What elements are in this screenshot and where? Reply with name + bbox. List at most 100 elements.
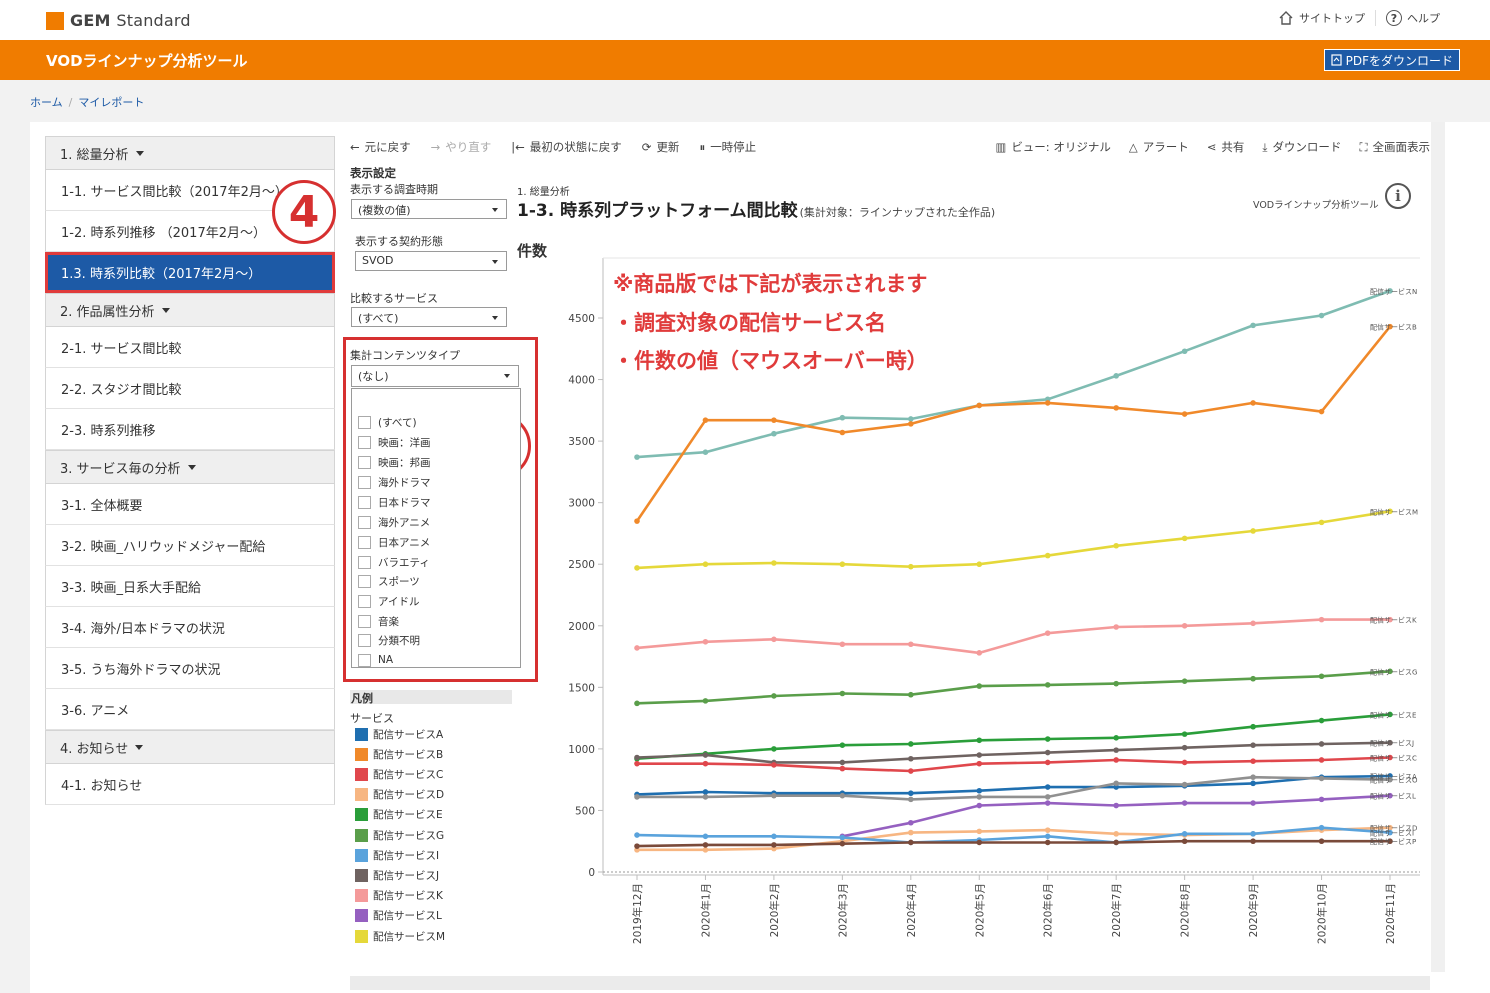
legend-item[interactable]: 配信サービスK bbox=[355, 889, 443, 903]
sidebar-item-3-5[interactable]: 3-5. うち海外ドラマの状況 bbox=[45, 648, 335, 689]
legend-item[interactable]: 配信サービスI bbox=[355, 848, 439, 862]
legend-item[interactable]: 配信サービスL bbox=[355, 909, 442, 923]
redo-button[interactable]: → やり直す bbox=[431, 139, 492, 155]
checkbox[interactable] bbox=[358, 495, 371, 509]
checkbox[interactable] bbox=[358, 415, 371, 429]
checkbox[interactable] bbox=[358, 515, 371, 529]
pdf-icon bbox=[1331, 54, 1342, 66]
sidebar-item-label: 2-3. 時系列推移 bbox=[61, 423, 156, 439]
sidebar-section-volume[interactable]: 1. 総量分析 bbox=[45, 136, 335, 170]
period-select[interactable]: (複数の値) bbox=[351, 199, 507, 219]
sidebar-item-1-3[interactable]: 1.3. 時系列比較（2017年2月～） bbox=[45, 252, 335, 293]
help-link[interactable]: ? ヘルプ bbox=[1375, 10, 1450, 26]
share-label: 共有 bbox=[1221, 140, 1245, 154]
redo-icon: → bbox=[430, 140, 441, 154]
content-type-option[interactable]: 映画：洋画 bbox=[358, 433, 431, 451]
checkbox[interactable] bbox=[358, 435, 371, 449]
legend-label: 配信サービスI bbox=[373, 849, 440, 862]
sidebar-item-3-1[interactable]: 3-1. 全体概要 bbox=[45, 484, 335, 525]
sidebar-item-label: 3-4. 海外/日本ドラマの状況 bbox=[61, 621, 225, 637]
site-top-link[interactable]: サイトトップ bbox=[1268, 10, 1375, 26]
content-type-option[interactable]: 海外ドラマ bbox=[358, 473, 431, 491]
sidebar-section-news[interactable]: 4. お知らせ bbox=[45, 730, 335, 764]
horizontal-scrollbar[interactable] bbox=[350, 976, 1430, 990]
undo-button[interactable]: ← 元に戻す bbox=[350, 139, 411, 155]
content-type-option[interactable]: 日本ドラマ bbox=[358, 493, 431, 511]
checkbox[interactable] bbox=[358, 633, 371, 647]
service-select[interactable]: (すべて) bbox=[351, 307, 507, 327]
sidebar-item-3-2[interactable]: 3-2. 映画_ハリウッドメジャー配給 bbox=[45, 525, 335, 566]
sidebar-item-3-4[interactable]: 3-4. 海外/日本ドラマの状況 bbox=[45, 607, 335, 648]
breadcrumb-home[interactable]: ホーム bbox=[30, 96, 63, 109]
vertical-scrollbar[interactable] bbox=[1431, 122, 1445, 972]
checkbox[interactable] bbox=[358, 574, 371, 588]
breadcrumb-my-report[interactable]: マイレポート bbox=[78, 96, 144, 109]
checkbox[interactable] bbox=[358, 475, 371, 489]
checkbox[interactable] bbox=[358, 555, 371, 569]
sidebar-section-label: 1. 総量分析 bbox=[60, 147, 129, 163]
checkbox[interactable] bbox=[358, 535, 371, 549]
content-type-option[interactable]: 音楽 bbox=[358, 612, 399, 630]
share-button[interactable]: ⋖ 共有 bbox=[1207, 139, 1245, 155]
reset-label: 最初の状態に戻す bbox=[529, 140, 622, 154]
content-type-option[interactable]: 分類不明 bbox=[358, 631, 420, 649]
legend-item[interactable]: 配信サービスC bbox=[355, 767, 443, 781]
dropdown-arrow-icon bbox=[504, 374, 510, 378]
sidebar-section-services[interactable]: 3. サービス毎の分析 bbox=[45, 450, 335, 484]
sidebar-item-label: 1.3. 時系列比較（2017年2月～） bbox=[61, 267, 262, 282]
sidebar-item-2-2[interactable]: 2-2. スタジオ間比較 bbox=[45, 368, 335, 409]
help-icon: ? bbox=[1386, 10, 1402, 26]
content-type-list: (すべて) 映画：洋画 映画：邦画 海外ドラマ 日本ドラマ 海外アニメ 日本アニ… bbox=[351, 388, 521, 668]
content-type-option[interactable]: 日本アニメ bbox=[358, 533, 430, 551]
legend-item[interactable]: 配信サービスD bbox=[355, 788, 444, 802]
chart-subtitle: (集計対象：ラインナップされた全作品) bbox=[799, 206, 996, 219]
legend-item[interactable]: 配信サービスB bbox=[355, 747, 443, 761]
checkbox[interactable] bbox=[358, 653, 371, 667]
caret-down-icon bbox=[135, 744, 144, 750]
viz-toolbar: ← 元に戻す → やり直す |← 最初の状態に戻す ⟳ 更新 ⏸ 一時停止 ▥ ビュー: オ… bbox=[350, 136, 1430, 158]
content-type-option[interactable]: 映画：邦画 bbox=[358, 453, 431, 471]
sidebar-item-3-3[interactable]: 3-3. 映画_日系大手配給 bbox=[45, 566, 335, 607]
content-type-option[interactable]: スポーツ bbox=[358, 572, 420, 590]
content-type-option[interactable]: バラエティ bbox=[358, 553, 430, 571]
contract-select[interactable]: SVOD bbox=[355, 251, 507, 271]
legend-label: 配信サービスD bbox=[373, 789, 445, 802]
contract-value: SVOD bbox=[362, 254, 394, 267]
info-icon[interactable]: i bbox=[1385, 183, 1411, 209]
content-type-select[interactable]: (なし) bbox=[351, 365, 519, 387]
download-button[interactable]: ⤓ ダウンロード bbox=[1262, 139, 1341, 155]
view-button[interactable]: ▥ ビュー: オリジナル bbox=[995, 139, 1110, 155]
legend-item[interactable]: 配信サービスJ bbox=[355, 868, 439, 882]
alert-button[interactable]: △ アラート bbox=[1129, 139, 1189, 155]
checkbox[interactable] bbox=[358, 614, 371, 628]
content-type-option[interactable]: 海外アニメ bbox=[358, 513, 430, 531]
top-links: サイトトップ ? ヘルプ bbox=[1268, 10, 1450, 26]
pdf-download-label: PDFをダウンロード bbox=[1345, 53, 1453, 68]
fullscreen-button[interactable]: ⛶ 全画面表示 bbox=[1359, 139, 1430, 155]
content-type-option[interactable]: (すべて) bbox=[358, 413, 417, 431]
content-type-option[interactable]: NA bbox=[358, 651, 393, 669]
legend-label: 配信サービスA bbox=[373, 728, 444, 741]
fullscreen-label: 全画面表示 bbox=[1372, 140, 1431, 154]
content-type-option[interactable]: アイドル bbox=[358, 592, 419, 610]
pdf-download-button[interactable]: PDFをダウンロード bbox=[1323, 49, 1460, 71]
reset-button[interactable]: |← 最初の状態に戻す bbox=[511, 139, 622, 155]
legend-item[interactable]: 配信サービスG bbox=[355, 828, 444, 842]
legend-item[interactable]: 配信サービスE bbox=[355, 808, 443, 822]
legend-item[interactable]: 配信サービスA bbox=[355, 727, 443, 741]
sidebar-item-2-1[interactable]: 2-1. サービス間比較 bbox=[45, 327, 335, 368]
checkbox[interactable] bbox=[358, 455, 371, 469]
home-icon bbox=[1279, 11, 1293, 25]
sidebar-section-attributes[interactable]: 2. 作品属性分析 bbox=[45, 293, 335, 327]
sidebar-item-4-1[interactable]: 4-1. お知らせ bbox=[45, 764, 335, 805]
sidebar-item-2-3[interactable]: 2-3. 時系列推移 bbox=[45, 409, 335, 450]
pause-button[interactable]: ⏸ 一時停止 bbox=[699, 139, 756, 155]
logo-bold: GEM bbox=[70, 11, 111, 30]
logo[interactable]: GEM Standard bbox=[46, 11, 191, 30]
sidebar-item-3-6[interactable]: 3-6. アニメ bbox=[45, 689, 335, 730]
refresh-button[interactable]: ⟳ 更新 bbox=[642, 139, 680, 155]
service-label: 比較するサービス bbox=[350, 292, 438, 305]
legend-item[interactable]: 配信サービスM bbox=[355, 929, 445, 943]
share-icon: ⋖ bbox=[1206, 140, 1217, 154]
checkbox[interactable] bbox=[358, 594, 371, 608]
